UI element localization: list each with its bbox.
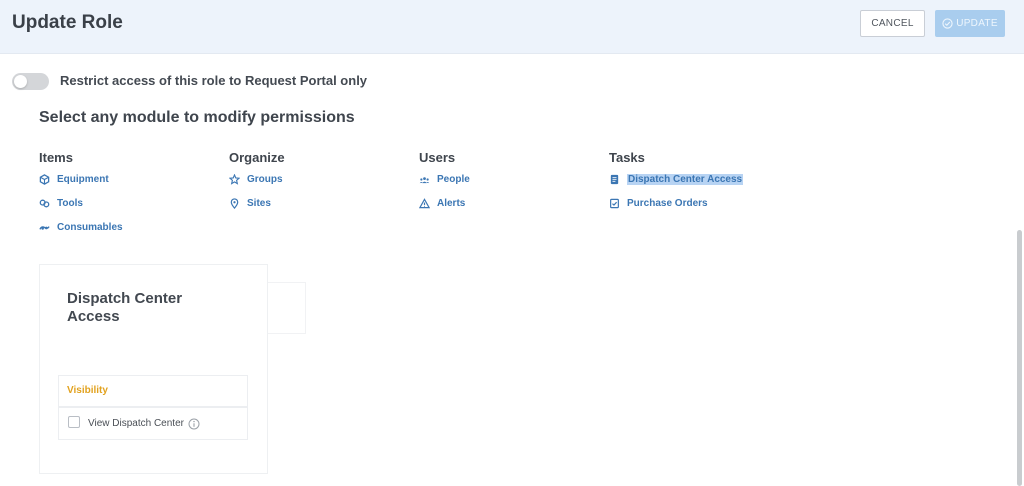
update-button[interactable]: UPDATE (935, 10, 1005, 37)
module-link-equipment[interactable]: Equipment (39, 167, 229, 191)
page-header: Update Role CANCEL UPDATE (0, 0, 1024, 54)
module-link-label: Consumables (57, 221, 123, 233)
panel-title: Dispatch Center Access (67, 290, 183, 325)
module-heading: Tasks (609, 150, 645, 165)
module-link-tools[interactable]: Tools (39, 191, 229, 215)
section-title: Select any module to modify permissions (39, 109, 355, 126)
visibility-label: Visibility (67, 385, 108, 396)
checklist-icon (610, 198, 619, 208)
module-link-label: Equipment (57, 173, 109, 185)
module-link-purchase-orders[interactable]: Purchase Orders (609, 191, 799, 215)
module-link-label: Purchase Orders (627, 197, 708, 209)
check-circle-icon (942, 18, 953, 29)
info-icon[interactable] (188, 418, 200, 430)
consumables-icon (39, 225, 50, 230)
module-link-sites[interactable]: Sites (229, 191, 419, 215)
module-heading: Organize (229, 150, 285, 165)
tools-icon (39, 199, 50, 207)
page-title: Update Role (12, 12, 123, 33)
module-column-users: Users People Alerts (419, 150, 609, 215)
module-heading: Users (419, 150, 456, 165)
people-icon (419, 176, 430, 183)
module-link-dispatch-center-access[interactable]: Dispatch Center Access (609, 167, 799, 191)
scrollbar[interactable] (1017, 230, 1022, 486)
update-button-label: UPDATE (956, 18, 998, 29)
module-link-label: Dispatch Center Access (627, 173, 744, 185)
module-link-label: Tools (57, 197, 83, 209)
restrict-toggle[interactable] (12, 73, 49, 90)
warning-icon (419, 197, 430, 208)
restrict-label: Restrict access of this role to Request … (60, 73, 368, 88)
module-link-label: Groups (247, 173, 283, 185)
module-link-label: Sites (247, 197, 271, 209)
permission-label: View Dispatch Center (88, 418, 184, 429)
star-icon (229, 173, 240, 185)
cube-icon (39, 173, 50, 185)
view-dispatch-center-checkbox[interactable] (68, 416, 80, 428)
module-link-label: People (437, 173, 470, 185)
module-column-organize: Organize Groups Sites (229, 150, 419, 215)
cancel-button[interactable]: CANCEL (860, 10, 925, 37)
module-heading: Items (39, 150, 73, 165)
module-link-consumables[interactable]: Consumables (39, 215, 229, 239)
module-link-groups[interactable]: Groups (229, 167, 419, 191)
module-column-tasks: Tasks Dispatch Center Access Purchase Or… (609, 150, 799, 215)
document-icon (610, 174, 619, 184)
module-link-alerts[interactable]: Alerts (419, 191, 609, 215)
location-pin-icon (230, 197, 239, 209)
module-link-people[interactable]: People (419, 167, 609, 191)
toggle-knob (14, 75, 27, 88)
module-column-items: Items Equipment Tools Consumables (39, 150, 229, 239)
module-link-label: Alerts (437, 197, 466, 209)
